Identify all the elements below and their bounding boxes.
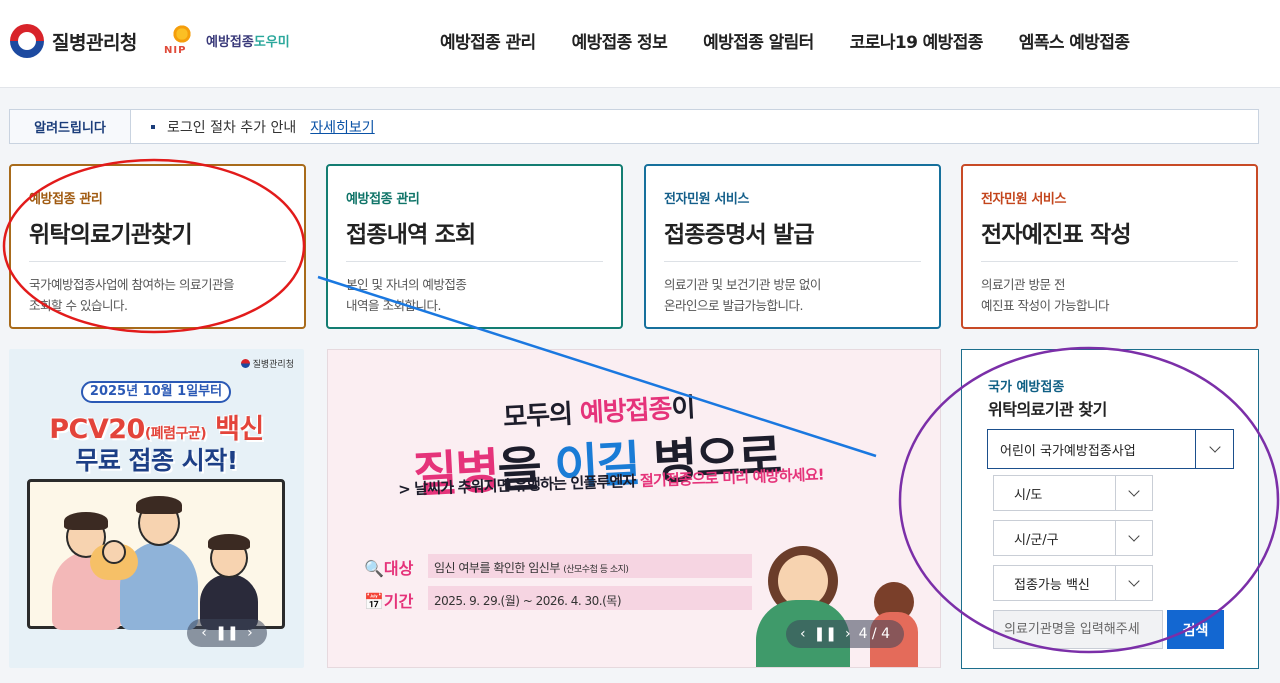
- pause-icon[interactable]: ❚❚: [814, 626, 837, 642]
- clinic-name-input[interactable]: [993, 610, 1163, 649]
- family-illustration: [27, 479, 285, 630]
- banner-pcv20[interactable]: 질병관리청 2025년 10월 1일부터 PCV20(폐렴구균) 백신 무료 접…: [9, 349, 304, 668]
- sido-select-value: 시/도: [1014, 487, 1043, 503]
- card-title: 접종증명서 발급: [664, 222, 815, 248]
- divider: [664, 261, 921, 262]
- card-desc: 의료기관 방문 전 예진표 작성이 가능합니다: [981, 277, 1109, 313]
- notice-label: 알려드립니다: [10, 110, 131, 143]
- target-value: 임신 여부를 확인한 임신부 (산모수첩 등 소지): [434, 560, 629, 575]
- divider: [981, 261, 1238, 262]
- period-row: 📅기간 2025. 9. 29.(월) ~ 2026. 4. 30.(목): [364, 588, 622, 612]
- card-category: 전자민원 서비스: [981, 192, 1067, 207]
- program-select[interactable]: 어린이 국가예방접종사업: [987, 429, 1234, 469]
- nip-sun-icon: NIP: [164, 24, 200, 56]
- notice-bar: 알려드립니다 로그인 절차 추가 안내 자세히보기: [9, 109, 1259, 144]
- nav-vaccination-info[interactable]: 예방접종 정보: [572, 28, 668, 53]
- chevron-down-icon: [1115, 521, 1152, 555]
- chevron-down-icon: [1195, 430, 1233, 468]
- vaccine-select[interactable]: 접종가능 백신: [993, 565, 1153, 601]
- carousel-pager: 4 / 4: [858, 626, 891, 642]
- sido-select[interactable]: 시/도: [993, 475, 1153, 511]
- logo-text: 질병관리청: [52, 31, 137, 54]
- card-title: 전자예진표 작성: [981, 222, 1132, 248]
- card-title: 위탁의료기관찾기: [29, 222, 193, 248]
- banner-subheadline: 무료 접종 시작!: [75, 446, 238, 475]
- search-icon: 🔍: [364, 559, 384, 578]
- card-category: 예방접종 관리: [346, 192, 420, 207]
- card-category: 전자민원 서비스: [664, 192, 750, 207]
- program-select-value: 어린이 국가예방접종사업: [1000, 443, 1136, 459]
- card-find-clinic[interactable]: 예방접종 관리 위탁의료기관찾기 국가예방접종사업에 참여하는 의료기관을 조회할…: [9, 164, 306, 329]
- carousel-controls: ‹ ❚❚ ›: [187, 619, 267, 647]
- card-vaccination-history[interactable]: 예방접종 관리 접종내역 조회 본인 및 자녀의 예방접종 내역을 조회합니다.: [326, 164, 623, 329]
- pause-icon[interactable]: ❚❚: [215, 625, 238, 641]
- card-e-prescreen[interactable]: 전자민원 서비스 전자예진표 작성 의료기관 방문 전 예진표 작성이 가능합니다: [961, 164, 1258, 329]
- prev-icon[interactable]: ‹: [800, 626, 806, 642]
- nav-vaccination-notice[interactable]: 예방접종 알림터: [703, 28, 814, 53]
- next-icon[interactable]: ›: [247, 625, 253, 641]
- nav-mpox-vaccination[interactable]: 엠폭스 예방접종: [1019, 28, 1130, 53]
- kdca-logo[interactable]: 질병관리청: [10, 24, 137, 58]
- divider: [346, 261, 603, 262]
- taeguk-icon: [10, 24, 44, 58]
- nip-logo[interactable]: NIP 예방접종도우미: [164, 24, 290, 56]
- vaccine-select-value: 접종가능 백신: [1014, 577, 1090, 593]
- panel-category: 국가 예방접종: [988, 380, 1065, 395]
- next-icon[interactable]: ›: [845, 626, 851, 642]
- main-nav: 예방접종 관리 예방접종 정보 예방접종 알림터 코로나19 예방접종 엠폭스 …: [440, 28, 1165, 53]
- taeguk-icon: [240, 359, 250, 368]
- chevron-down-icon: [1115, 566, 1152, 600]
- card-desc: 본인 및 자녀의 예방접종 내역을 조회합니다.: [346, 277, 467, 313]
- target-key: 🔍대상: [364, 559, 414, 578]
- period-key: 📅기간: [364, 592, 414, 611]
- nav-vaccination-management[interactable]: 예방접종 관리: [440, 28, 536, 53]
- nip-letters: NIP: [164, 45, 187, 56]
- banner-date: 2025년 10월 1일부터: [81, 381, 231, 403]
- nip-text: 예방접종도우미: [206, 34, 290, 50]
- chevron-down-icon: [1115, 476, 1152, 510]
- carousel-controls: ‹ ❚❚ › 4 / 4: [786, 620, 904, 648]
- search-button[interactable]: 검색: [1167, 610, 1224, 649]
- prev-icon[interactable]: ‹: [201, 625, 207, 641]
- card-certificate-issue[interactable]: 전자민원 서비스 접종증명서 발급 의료기관 및 보건기관 방문 없이 온라인으로…: [644, 164, 941, 329]
- clinic-search-panel: 국가 예방접종 위탁의료기관 찾기 어린이 국가예방접종사업 시/도 시/군/구…: [961, 349, 1259, 669]
- notice-more-link[interactable]: 자세히보기: [310, 117, 374, 137]
- notice-text: 로그인 절차 추가 안내: [167, 119, 297, 136]
- card-desc: 국가예방접종사업에 참여하는 의료기관을 조회할 수 있습니다.: [29, 277, 234, 313]
- sigungu-select[interactable]: 시/군/구: [993, 520, 1153, 556]
- card-title: 접종내역 조회: [346, 222, 476, 248]
- period-value: 2025. 9. 29.(월) ~ 2026. 4. 30.(목): [434, 593, 622, 608]
- divider: [29, 261, 286, 262]
- site-header: 질병관리청 NIP 예방접종도우미 예방접종 관리 예방접종 정보 예방접종 알…: [0, 0, 1280, 88]
- banner-org: 질병관리청: [240, 357, 294, 370]
- card-category: 예방접종 관리: [29, 192, 103, 207]
- sigungu-select-value: 시/군/구: [1014, 532, 1059, 548]
- panel-title: 위탁의료기관 찾기: [988, 400, 1107, 419]
- banner-flu-vaccination[interactable]: 모두의 예방접종이 질병을 이길 병으로 > 날씨가 추워지면 유행하는 인플루…: [327, 349, 941, 668]
- card-desc: 의료기관 및 보건기관 방문 없이 온라인으로 발급가능합니다.: [664, 277, 821, 313]
- calendar-icon: 📅: [364, 592, 384, 611]
- nav-covid19-vaccination[interactable]: 코로나19 예방접종: [850, 28, 984, 53]
- target-row: 🔍대상 임신 여부를 확인한 임신부 (산모수첩 등 소지): [364, 555, 629, 579]
- bullet-icon: [151, 124, 155, 129]
